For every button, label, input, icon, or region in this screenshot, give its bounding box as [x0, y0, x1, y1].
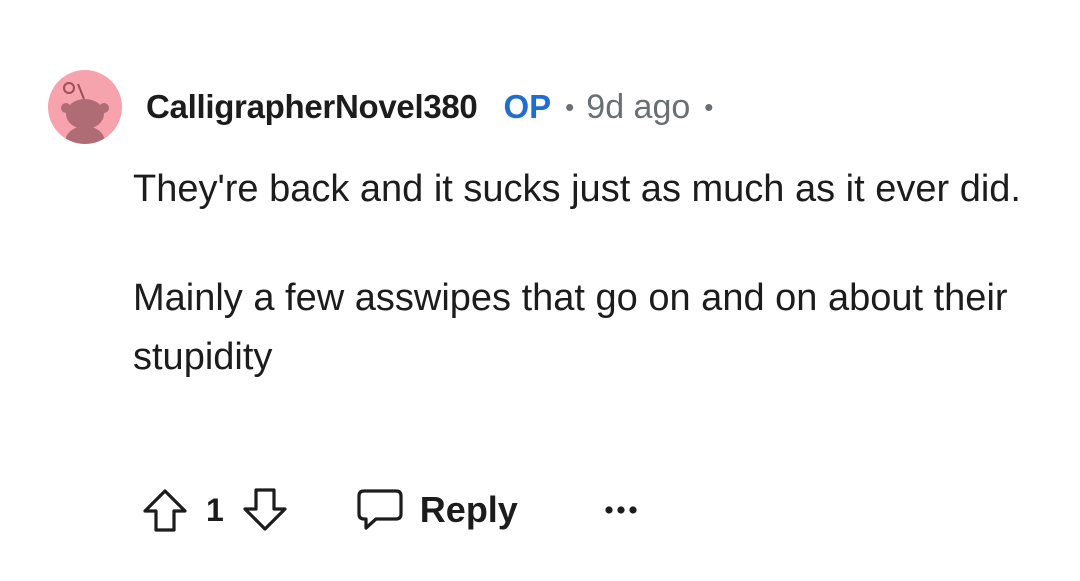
speech-bubble-icon: [357, 489, 403, 530]
separator-dot: •: [704, 91, 714, 122]
arrow-up-icon: [143, 489, 187, 532]
upvote-button[interactable]: [140, 485, 190, 535]
comment-body: They're back and it sucks just as much a…: [133, 160, 1033, 387]
more-options-button[interactable]: [604, 504, 638, 516]
vote-count: 1: [206, 491, 224, 528]
timestamp: 9d ago: [586, 87, 691, 126]
separator-dot: •: [565, 91, 575, 122]
downvote-button[interactable]: [240, 485, 290, 535]
comment: CalligrapherNovel380 OP • 9d ago • They'…: [0, 0, 1080, 581]
comment-paragraph: They're back and it sucks just as much a…: [133, 168, 1021, 210]
reply-button[interactable]: Reply: [356, 488, 518, 532]
username[interactable]: CalligrapherNovel380: [146, 88, 478, 126]
ellipsis-icon: [605, 506, 637, 514]
op-badge: OP: [503, 88, 552, 125]
comment-paragraph: Mainly a few asswipes that go on and on …: [133, 277, 1008, 378]
reply-label: Reply: [419, 489, 518, 530]
comment-header: CalligrapherNovel380 OP • 9d ago •: [48, 70, 713, 144]
snoo-icon: [61, 82, 109, 144]
arrow-down-icon: [243, 488, 287, 531]
comment-actions: 1 Reply: [140, 480, 638, 540]
avatar[interactable]: [48, 70, 122, 144]
